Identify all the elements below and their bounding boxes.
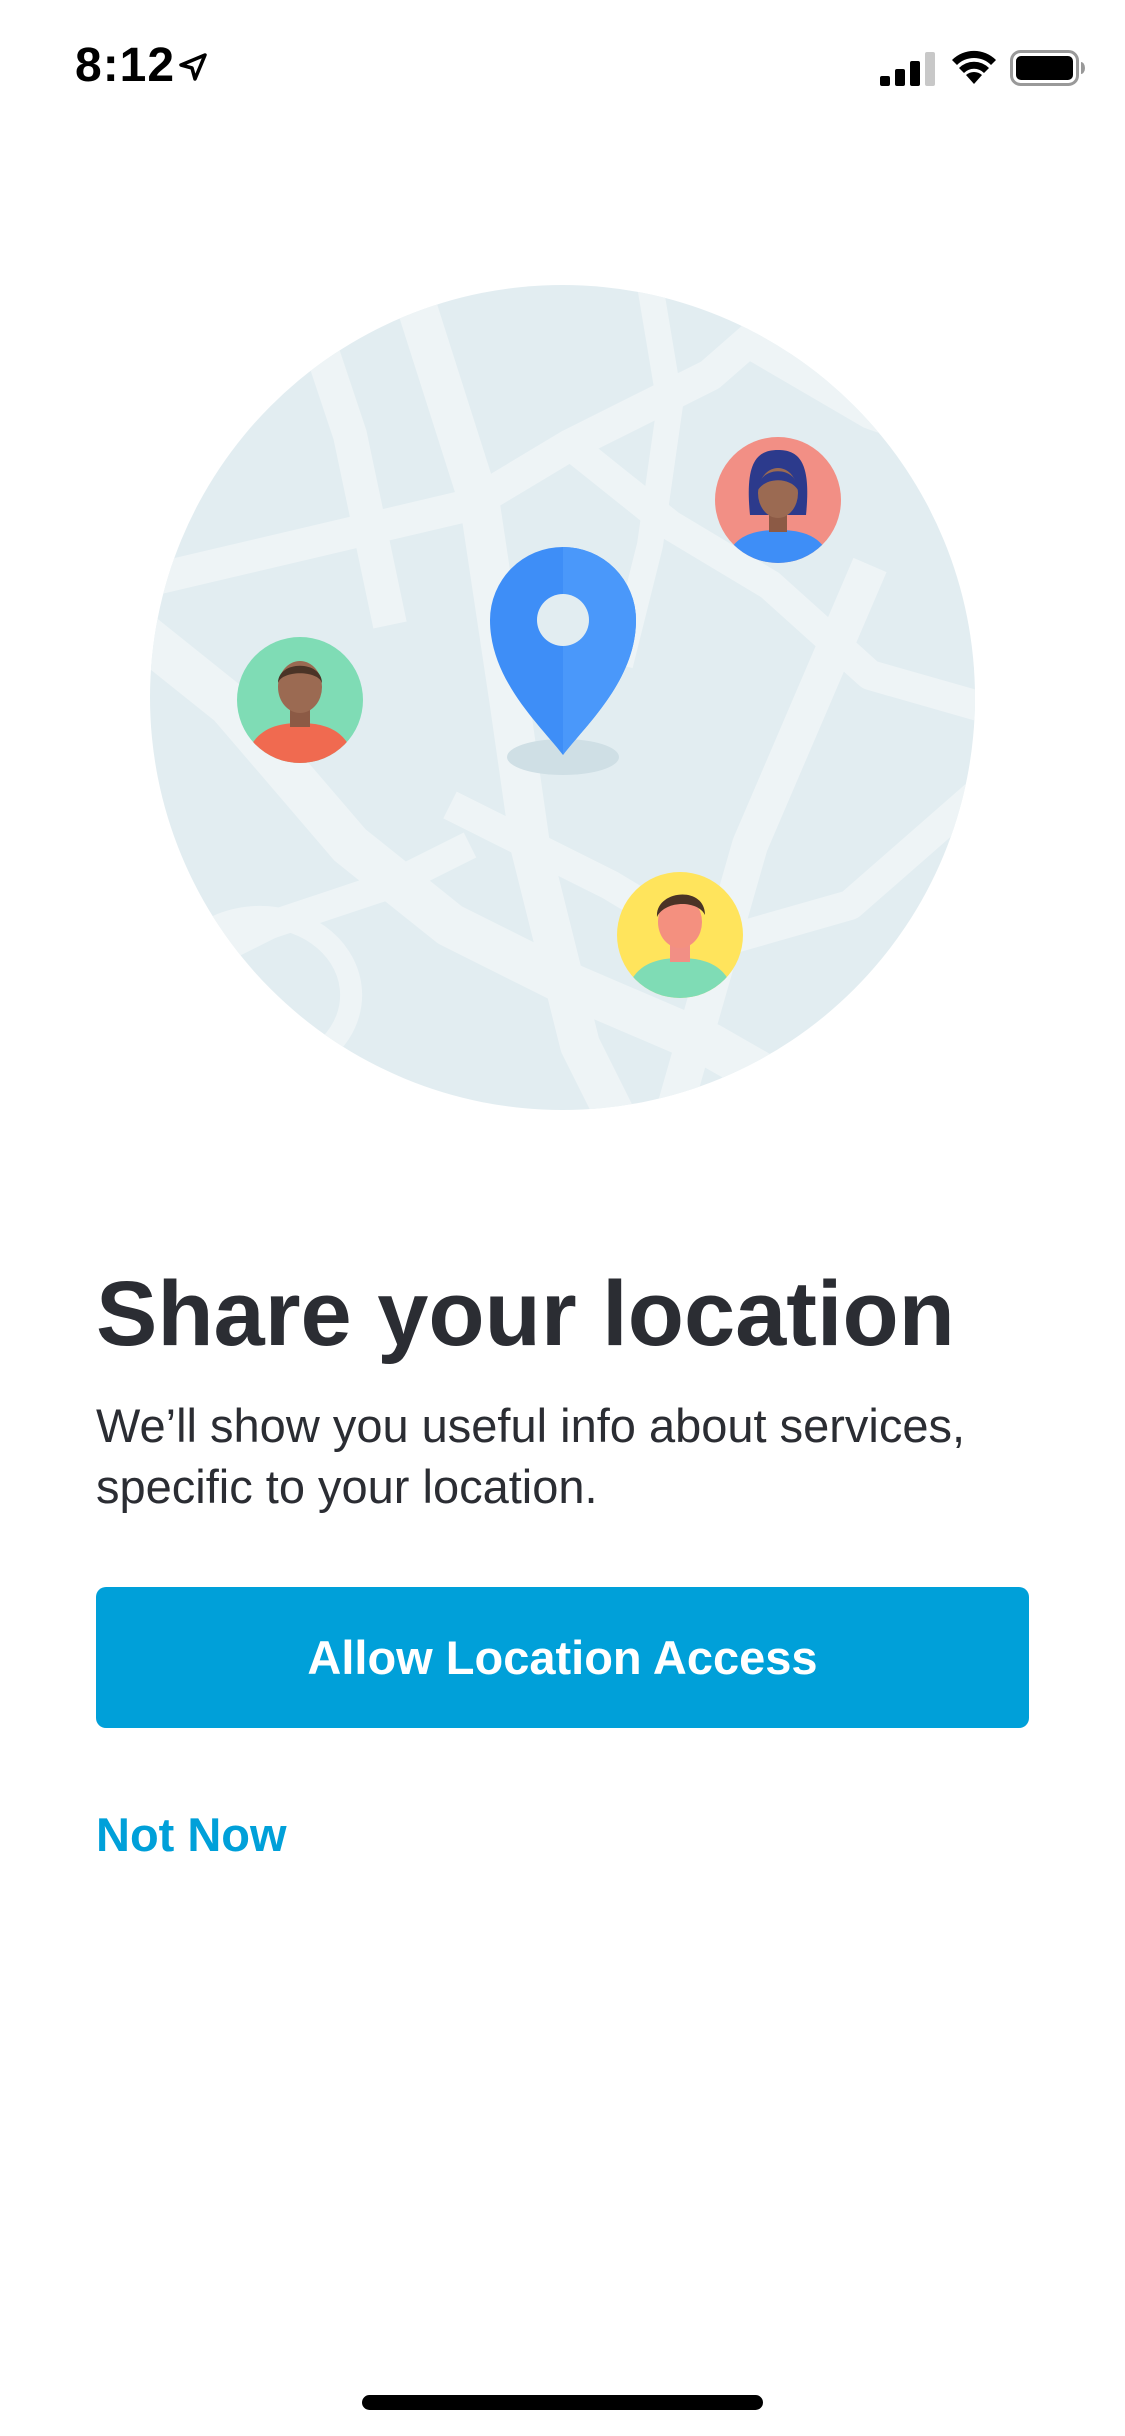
home-indicator[interactable] [362,2395,763,2410]
battery-icon [1010,50,1085,86]
status-bar: 8:12 [0,0,1125,132]
wifi-icon [952,50,996,84]
page-title: Share your location [96,1263,955,1365]
status-time: 8:12 [75,39,176,92]
location-arrow-icon [179,53,207,81]
allow-location-access-button[interactable]: Allow Location Access [96,1587,1029,1728]
not-now-button[interactable]: Not Now [96,1800,287,1870]
page-description: We’ll show you useful info about service… [96,1399,966,1513]
map-illustration [150,285,975,1110]
cellular-signal-icon [880,52,935,86]
